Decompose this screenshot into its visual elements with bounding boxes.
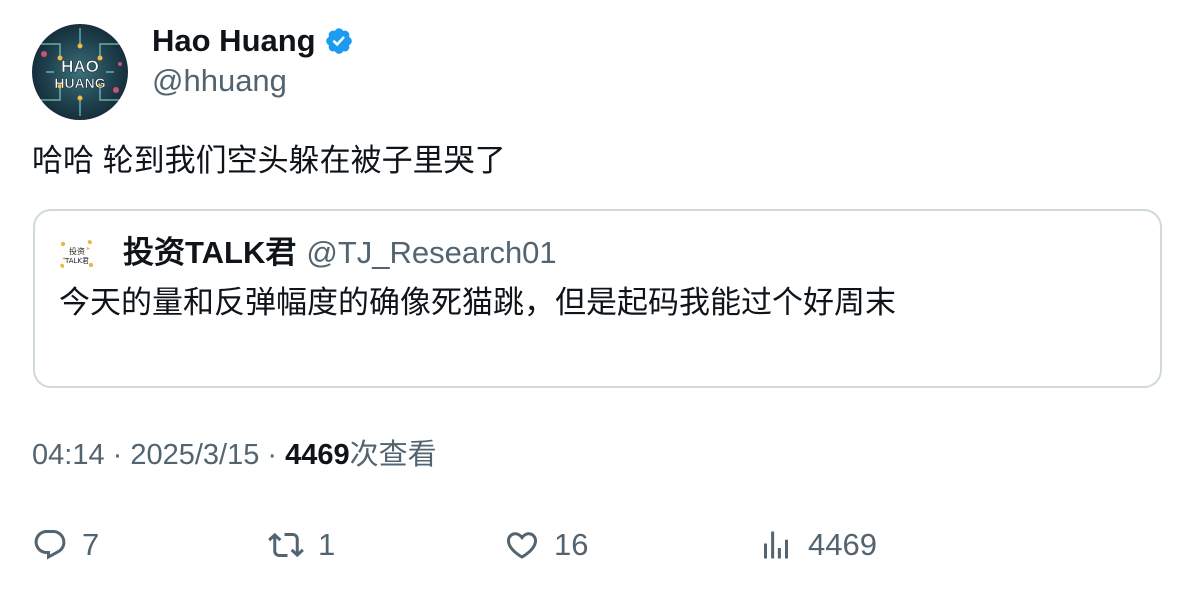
tweet-date[interactable]: 2025/3/15 [130, 439, 259, 471]
quoted-tweet-text: 今天的量和反弹幅度的确像死猫跳，但是起码我能过个好周末 [59, 285, 896, 320]
tweet-text: 哈哈 轮到我们空头躲在被子里哭了 [32, 143, 506, 178]
quoted-author-handle[interactable]: @TJ_Research01 [306, 231, 556, 275]
verified-badge-icon[interactable] [324, 26, 354, 56]
author-avatar-image: HAO HUANG [32, 24, 128, 120]
like-count: 16 [554, 527, 589, 562]
svg-text:HAO: HAO [61, 57, 99, 76]
views-label: 次查看 [349, 439, 437, 471]
author-avatar[interactable]: HAO HUANG [32, 24, 128, 120]
quoted-author-avatar-image: 投资 TALK君 [57, 235, 97, 275]
reply-button[interactable]: 7 [32, 522, 99, 568]
quoted-author-row[interactable]: 投资TALK君 @TJ_Research01 [123, 231, 557, 275]
svg-text:TALK君: TALK君 [64, 257, 89, 265]
tweet-time[interactable]: 04:14 [32, 439, 105, 471]
views-button[interactable]: 4469 [758, 522, 877, 568]
quoted-tweet-card[interactable]: 投资 TALK君 投资TALK君 @TJ_Research01 今天的量和反弹幅… [33, 209, 1162, 388]
retweet-button[interactable]: 1 [268, 522, 335, 568]
tweet-meta: 04:14 · 2025/3/15 · 4469次查看 [32, 434, 437, 476]
meta-separator: · [259, 439, 286, 471]
views-count-action: 4469 [808, 527, 877, 562]
views-count: 4469 [285, 439, 350, 471]
analytics-icon [758, 527, 794, 563]
quoted-author-name[interactable]: 投资TALK君 [123, 231, 296, 275]
meta-separator: · [104, 439, 131, 471]
like-button[interactable]: 16 [504, 522, 588, 568]
heart-icon [504, 527, 540, 563]
reply-count: 7 [82, 527, 100, 562]
svg-text:HUANG: HUANG [54, 75, 105, 91]
author-handle[interactable]: @hhuang [152, 62, 287, 100]
quoted-author-avatar[interactable]: 投资 TALK君 [57, 235, 97, 275]
retweet-icon [268, 527, 304, 563]
retweet-count: 1 [318, 527, 336, 562]
author-name-row[interactable]: Hao Huang [152, 22, 354, 60]
author-name[interactable]: Hao Huang [152, 22, 316, 60]
svg-text:投资: 投资 [69, 246, 85, 256]
reply-icon [32, 527, 68, 563]
